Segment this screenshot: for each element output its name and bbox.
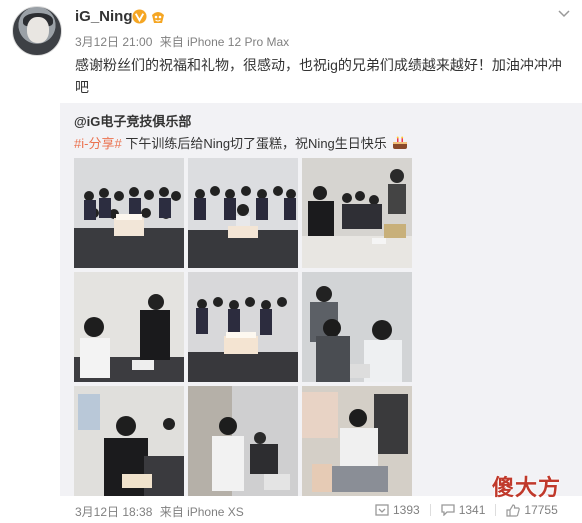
photo-thumbnail[interactable] — [188, 272, 298, 382]
hashtag-link[interactable]: #i-分享# — [74, 136, 122, 151]
photo-thumbnail[interactable] — [302, 386, 412, 496]
comment-count: 1341 — [458, 503, 486, 517]
vip-member-icon[interactable] — [150, 9, 166, 25]
post-time[interactable]: 3月12日 21:00 — [75, 35, 152, 49]
thumbs-up-icon — [506, 503, 521, 517]
repost-footer: 3月12日 18:38 来自 iPhone XS — [75, 503, 248, 520]
photo-thumbnail[interactable] — [74, 386, 184, 496]
username[interactable]: iG_Ning — [75, 8, 133, 25]
repost-button[interactable]: 1393 — [375, 503, 420, 517]
post-meta: 3月12日 21:00 来自 iPhone 12 Pro Max — [75, 33, 293, 50]
repost-body: 下午训练后给Ning切了蛋糕，祝Ning生日快乐 — [125, 136, 387, 151]
photo-thumbnail[interactable] — [302, 158, 412, 268]
weibo-post: iG_Ning 3月12日 21:00 来自 iPhone 12 Pro Max… — [0, 0, 582, 523]
comment-button[interactable]: 1341 — [441, 503, 486, 517]
verified-badge-icon — [132, 9, 147, 24]
like-button[interactable]: 17755 — [506, 503, 558, 517]
photo-thumbnail[interactable] — [74, 158, 184, 268]
photo-thumbnail[interactable] — [302, 272, 412, 382]
repost-count: 1393 — [393, 503, 420, 517]
action-bar: 1393 1341 17755 — [375, 501, 568, 519]
post-source: 来自 iPhone 12 Pro Max — [159, 35, 290, 49]
photo-thumbnail[interactable] — [188, 386, 298, 496]
photo-thumbnail[interactable] — [74, 272, 184, 382]
repost-source: 来自 iPhone XS — [159, 505, 244, 519]
repost-time[interactable]: 3月12日 18:38 — [75, 505, 152, 519]
repost-icon — [375, 504, 389, 516]
repost-text: #i-分享# 下午训练后给Ning切了蛋糕，祝Ning生日快乐 — [74, 133, 408, 152]
cake-emoji-icon — [393, 136, 408, 149]
repost-card[interactable]: @iG电子竞技俱乐部 #i-分享# 下午训练后给Ning切了蛋糕，祝Ning生日… — [60, 103, 582, 496]
comment-icon — [441, 504, 455, 516]
like-count: 17755 — [524, 503, 558, 517]
watermark-text: 傻大方 — [492, 475, 562, 500]
post-text: 感谢粉丝们的祝福和礼物，很感动，也祝ig的兄弟们成绩越来越好！加油冲冲冲吧 — [75, 57, 562, 95]
user-avatar[interactable] — [12, 6, 62, 56]
chevron-down-icon[interactable] — [558, 10, 570, 18]
repost-author[interactable]: @iG电子竞技俱乐部 — [74, 111, 191, 130]
photo-thumbnail[interactable] — [188, 158, 298, 268]
